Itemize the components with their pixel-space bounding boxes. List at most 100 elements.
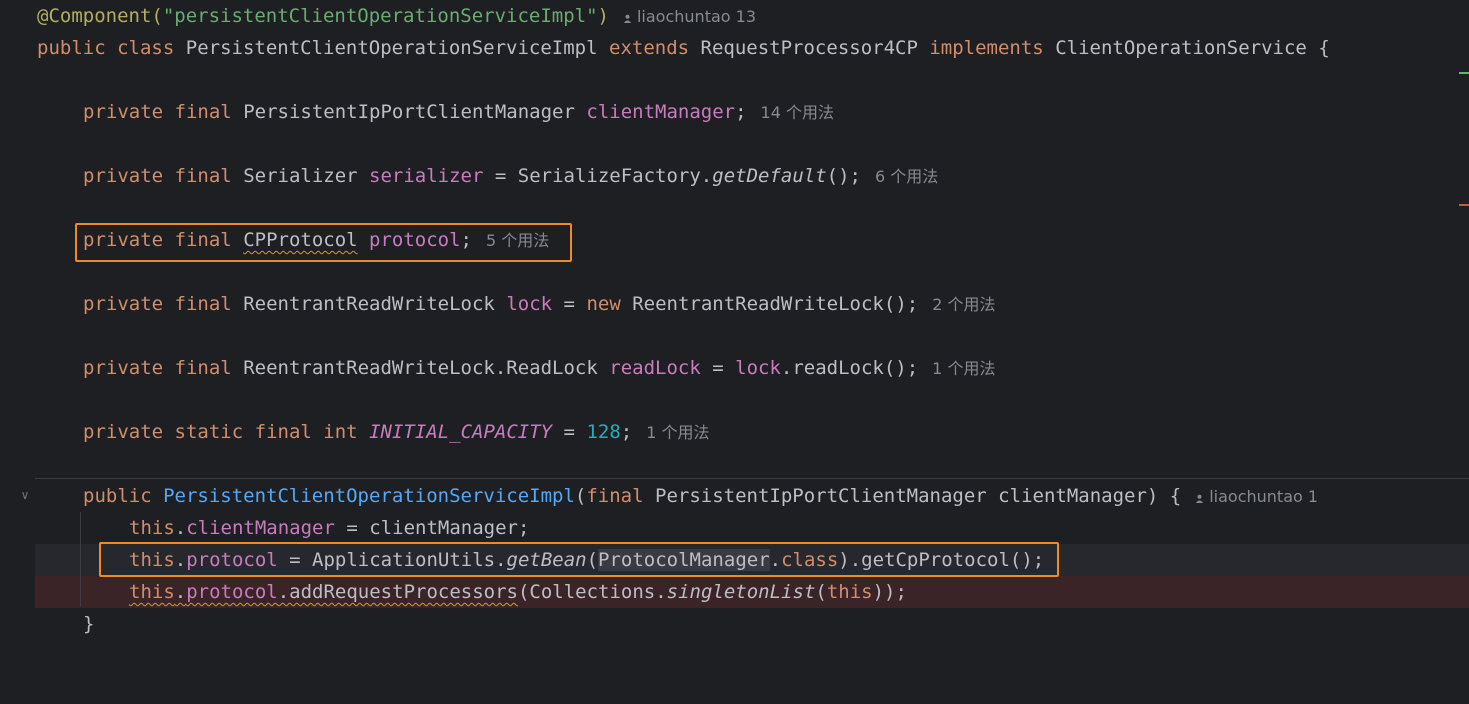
code-line-3: private final PersistentIpPortClientMana… (35, 96, 1469, 128)
method-separator (35, 478, 1469, 479)
author-hint[interactable]: liaochuntao 13 (623, 7, 756, 26)
keyword: extends (609, 37, 690, 59)
field-ref: protocol (186, 549, 278, 571)
semicolon: ; (620, 421, 633, 443)
brace: { (1318, 37, 1330, 59)
usages-hint[interactable]: 1 个用法 (646, 423, 709, 442)
keyword: this (129, 549, 175, 571)
author-label: liaochuntao 1 (1209, 487, 1319, 506)
keyword: public (83, 485, 152, 507)
code-line-12: this.protocol.addRequestProcessors(Colle… (35, 576, 1469, 608)
change-marker-added[interactable] (1459, 72, 1469, 74)
operator: = (563, 293, 575, 315)
semicolon: ; (460, 229, 472, 251)
keyword: class (781, 549, 839, 571)
static-method: getDefault (712, 165, 827, 187)
string-literal: "persistentClientOperationServiceImpl" (162, 5, 598, 27)
parameters: PersistentIpPortClientManager clientMana… (655, 485, 1182, 507)
static-method: singletonList (666, 581, 816, 603)
field-name: serializer (369, 165, 484, 187)
field-name: clientManager (586, 101, 736, 123)
dot: . (174, 549, 187, 571)
dot: . (769, 549, 782, 571)
code-line-5: private final CPProtocol protocol; 5 个用法 (35, 224, 1469, 256)
usages-hint[interactable]: 14 个用法 (761, 103, 834, 122)
field-name: readLock (609, 357, 701, 379)
field-name: protocol (369, 229, 461, 251)
code-line-13: } (35, 608, 1469, 640)
annotation-token: @Component( (37, 5, 163, 27)
code-line-11: this.protocol = ApplicationUtils.getBean… (35, 544, 1469, 576)
keyword: final (586, 485, 644, 507)
paren: ( (815, 581, 827, 603)
user-icon (1196, 494, 1204, 503)
type-name: PersistentIpPortClientManager (243, 101, 575, 123)
usages-hint[interactable]: 6 个用法 (875, 167, 938, 186)
class-name: PersistentClientOperationServiceImpl (185, 37, 598, 59)
code-line-4: private final Serializer serializer = Se… (35, 160, 1469, 192)
keyword: implements (929, 37, 1044, 59)
operator: = (563, 421, 575, 443)
number-literal: 128 (586, 421, 621, 443)
interface-name: ClientOperationService (1055, 37, 1307, 59)
keyword: final (174, 165, 232, 187)
keyword: int (323, 421, 358, 443)
code-editor[interactable]: @Component("persistentClientOperationSer… (35, 0, 1469, 638)
keyword: final (174, 293, 232, 315)
code-rest: .readLock(); (780, 357, 919, 379)
dot: . (174, 581, 187, 603)
method-call-warning: .addRequestProcessors (277, 581, 518, 603)
field-ref: lock (735, 357, 781, 379)
class-ref-highlighted: ProtocolManager (598, 549, 770, 571)
dot: . (174, 517, 187, 539)
field-ref-warning: protocol (186, 581, 278, 603)
brace: } (83, 613, 95, 635)
code-rest: = clientManager; (334, 517, 530, 539)
type-name-warning: CPProtocol (243, 229, 358, 251)
annotation-close: ) (597, 5, 609, 27)
change-marker-error[interactable] (1459, 204, 1469, 206)
field-name: lock (506, 293, 553, 315)
keyword: private (83, 357, 164, 379)
constructor-call: ReentrantReadWriteLock(); (632, 293, 919, 315)
usages-hint[interactable]: 1 个用法 (932, 359, 995, 378)
keyword: private (83, 165, 164, 187)
author-hint[interactable]: liaochuntao 1 (1195, 487, 1318, 506)
author-label: liaochuntao 13 (636, 7, 756, 26)
editor-gutter[interactable] (0, 0, 36, 638)
usages-hint[interactable]: 2 个用法 (932, 295, 995, 314)
semicolon: ; (735, 101, 747, 123)
keyword: static (174, 421, 244, 443)
code-rest: ).getCpProtocol(); (838, 549, 1045, 571)
keyword-warning: this (129, 581, 175, 603)
code-line-1: @Component("persistentClientOperationSer… (35, 0, 1469, 32)
keyword: final (254, 421, 312, 443)
keyword: private (83, 421, 164, 443)
static-method: getBean (506, 549, 587, 571)
keyword: final (174, 357, 232, 379)
field-ref: clientManager (186, 517, 335, 539)
constructor-name: PersistentClientOperationServiceImpl (163, 485, 575, 507)
code-line-8: private static final int INITIAL_CAPACIT… (35, 416, 1469, 448)
operator: = (712, 357, 724, 379)
usages-hint[interactable]: 5 个用法 (486, 231, 549, 250)
constant-name: INITIAL_CAPACITY (369, 421, 553, 443)
paren: ( (574, 485, 587, 507)
keyword: class (117, 37, 175, 59)
indent-guide (80, 512, 81, 607)
code-rest: (); (826, 165, 861, 187)
operator: = (494, 165, 507, 187)
code-rest: )); (872, 581, 907, 603)
code-line-7: private final ReentrantReadWriteLock.Rea… (35, 352, 1469, 384)
code-line-10: this.clientManager = clientManager; (35, 512, 1469, 544)
user-icon (623, 14, 632, 23)
type-name: Serializer (243, 165, 358, 187)
type-name: ReentrantReadWriteLock (243, 293, 495, 315)
type-name: ReentrantReadWriteLock.ReadLock (243, 357, 598, 379)
keyword: private (83, 229, 164, 251)
paren: ( (586, 549, 599, 571)
code-line-9: public PersistentClientOperationServiceI… (35, 480, 1469, 512)
code-line-6: private final ReentrantReadWriteLock loc… (35, 288, 1469, 320)
fold-chevron-icon[interactable]: ∨ (18, 488, 32, 502)
keyword: public (37, 37, 106, 59)
